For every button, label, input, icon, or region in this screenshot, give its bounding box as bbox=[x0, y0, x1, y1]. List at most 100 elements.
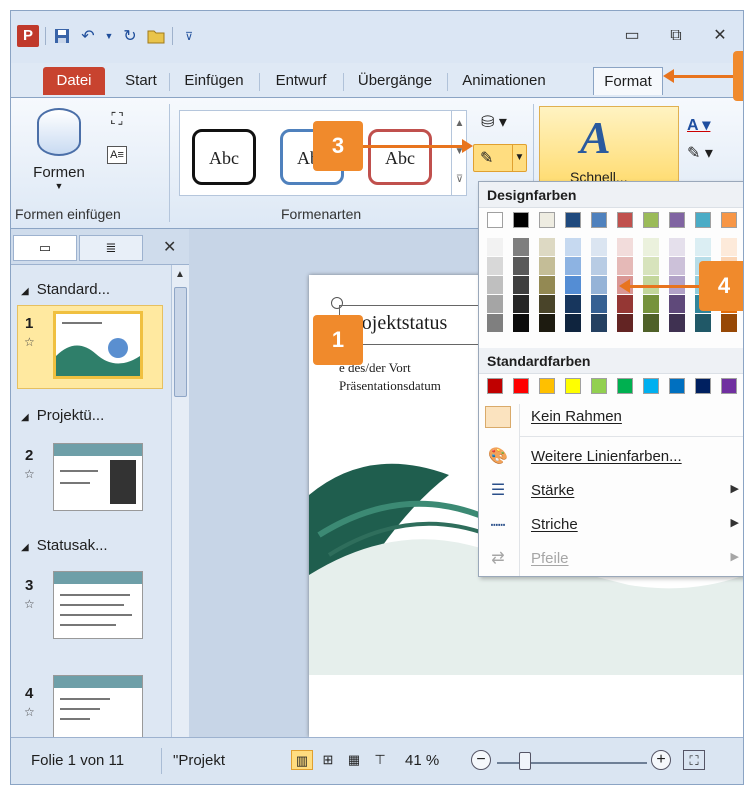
theme-shade-swatch[interactable] bbox=[643, 238, 659, 256]
theme-shade-swatch[interactable] bbox=[669, 314, 685, 332]
theme-name[interactable]: "Projekt bbox=[173, 752, 225, 769]
theme-color-swatch[interactable] bbox=[487, 212, 503, 228]
theme-color-swatch[interactable] bbox=[721, 212, 737, 228]
standard-color-swatch[interactable] bbox=[669, 378, 685, 394]
close-pane-icon[interactable]: ✕ bbox=[163, 237, 176, 257]
theme-color-swatch[interactable] bbox=[695, 212, 711, 228]
theme-shade-swatch[interactable] bbox=[643, 314, 659, 332]
theme-shade-swatch[interactable] bbox=[591, 295, 607, 313]
tab-animationen[interactable]: Animationen bbox=[449, 67, 559, 95]
theme-shade-swatch[interactable] bbox=[513, 238, 529, 256]
theme-shade-swatch[interactable] bbox=[565, 314, 581, 332]
standard-color-swatch[interactable] bbox=[643, 378, 659, 394]
theme-shade-swatch[interactable] bbox=[565, 276, 581, 294]
theme-shade-swatch[interactable] bbox=[591, 314, 607, 332]
standard-color-swatch[interactable] bbox=[539, 378, 555, 394]
powerpoint-logo-icon[interactable]: P bbox=[17, 25, 39, 47]
theme-color-swatch[interactable] bbox=[669, 212, 685, 228]
theme-shade-swatch[interactable] bbox=[513, 276, 529, 294]
gallery-scroll[interactable]: ▲ ▼ ⊽ bbox=[451, 110, 467, 196]
formen-button[interactable]: Formen ▼ bbox=[29, 108, 89, 191]
theme-shade-swatch[interactable] bbox=[695, 238, 711, 256]
undo-icon[interactable]: ↶ bbox=[78, 26, 98, 46]
tab-datei[interactable]: Datei bbox=[43, 67, 105, 95]
normal-view-icon[interactable]: ▥ bbox=[291, 750, 313, 770]
section-header[interactable]: ◢ Standard... bbox=[21, 275, 169, 305]
theme-shade-swatch[interactable] bbox=[591, 238, 607, 256]
theme-shade-swatch[interactable] bbox=[487, 276, 503, 294]
theme-shade-swatch[interactable] bbox=[539, 295, 555, 313]
standard-color-swatch[interactable] bbox=[591, 378, 607, 394]
theme-shade-swatch[interactable] bbox=[539, 257, 555, 275]
reading-view-icon[interactable]: ▦ bbox=[343, 750, 365, 770]
slide-thumbnail-1[interactable] bbox=[53, 311, 143, 379]
theme-shade-swatch[interactable] bbox=[487, 238, 503, 256]
slide-thumbnail-2[interactable] bbox=[53, 443, 143, 511]
save-icon[interactable] bbox=[52, 26, 72, 46]
theme-shade-swatch[interactable] bbox=[565, 257, 581, 275]
open-folder-icon[interactable] bbox=[146, 26, 166, 46]
theme-shade-swatch[interactable] bbox=[539, 276, 555, 294]
scroll-thumb[interactable] bbox=[174, 287, 187, 397]
theme-color-swatch[interactable] bbox=[539, 212, 555, 228]
restore-button[interactable]: ⧉ bbox=[659, 25, 693, 47]
tab-einfuegen[interactable]: Einfügen bbox=[171, 67, 257, 95]
theme-color-swatch[interactable] bbox=[617, 212, 633, 228]
menu-item-kein-rahmen[interactable]: Kein Rahmen bbox=[479, 400, 743, 434]
gallery-more-icon[interactable]: ⊽ bbox=[452, 166, 467, 194]
tab-uebergaenge[interactable]: Übergänge bbox=[345, 67, 445, 95]
slides-tab-icon[interactable]: ▭ bbox=[13, 235, 77, 261]
tab-format[interactable]: Format bbox=[593, 67, 663, 95]
theme-shade-swatch[interactable] bbox=[695, 314, 711, 332]
standard-color-swatch[interactable] bbox=[513, 378, 529, 394]
close-button[interactable]: ✕ bbox=[703, 25, 737, 47]
theme-color-swatch[interactable] bbox=[513, 212, 529, 228]
undo-dropdown-icon[interactable]: ▼ bbox=[104, 26, 114, 46]
theme-shade-swatch[interactable] bbox=[669, 238, 685, 256]
theme-shade-swatch[interactable] bbox=[487, 295, 503, 313]
theme-shade-swatch[interactable] bbox=[643, 257, 659, 275]
zoom-slider-handle[interactable] bbox=[519, 752, 531, 770]
shape-fill-icon[interactable]: ⛁ ▾ bbox=[481, 112, 507, 132]
standard-color-swatch[interactable] bbox=[721, 378, 737, 394]
tab-entwurf[interactable]: Entwurf bbox=[261, 67, 341, 95]
outline-tab-icon[interactable]: ≣ bbox=[79, 235, 143, 261]
redo-icon[interactable]: ↻ bbox=[120, 26, 140, 46]
chevron-down-icon[interactable]: ▼ bbox=[512, 145, 526, 171]
fit-to-window-icon[interactable]: ⛶ bbox=[683, 750, 705, 770]
theme-shade-swatch[interactable] bbox=[669, 257, 685, 275]
theme-shade-swatch[interactable] bbox=[591, 276, 607, 294]
minimize-button[interactable]: ▭ bbox=[615, 25, 649, 47]
theme-shade-swatch[interactable] bbox=[617, 238, 633, 256]
theme-shade-swatch[interactable] bbox=[721, 314, 737, 332]
section-header[interactable]: ◢ Projektü... bbox=[21, 401, 169, 431]
theme-shade-swatch[interactable] bbox=[539, 238, 555, 256]
theme-shade-swatch[interactable] bbox=[721, 238, 737, 256]
section-header[interactable]: ◢ Statusak... bbox=[21, 531, 169, 561]
menu-item-staerke[interactable]: ☰ Stärke ▶ bbox=[479, 474, 743, 508]
customize-qat-icon[interactable]: ⊽ bbox=[179, 26, 199, 46]
theme-shade-swatch[interactable] bbox=[513, 257, 529, 275]
theme-shade-swatch[interactable] bbox=[643, 295, 659, 313]
slide-thumbnail-3[interactable] bbox=[53, 571, 143, 639]
theme-shade-swatch[interactable] bbox=[539, 314, 555, 332]
slideshow-icon[interactable]: ⊤ bbox=[369, 750, 391, 770]
theme-shade-swatch[interactable] bbox=[513, 295, 529, 313]
zoom-in-button[interactable]: + bbox=[651, 750, 671, 770]
gallery-up-icon[interactable]: ▲ bbox=[452, 110, 467, 138]
style-sample-red[interactable]: Abc bbox=[368, 129, 432, 185]
slide-thumbnail-4[interactable] bbox=[53, 675, 143, 743]
menu-item-weitere-linienfarben[interactable]: 🎨 Weitere Linienfarben... bbox=[479, 440, 743, 474]
tab-start[interactable]: Start bbox=[115, 67, 167, 95]
theme-shade-swatch[interactable] bbox=[565, 238, 581, 256]
theme-shade-swatch[interactable] bbox=[513, 314, 529, 332]
standard-color-swatch[interactable] bbox=[617, 378, 633, 394]
theme-shade-swatch[interactable] bbox=[617, 295, 633, 313]
theme-shade-swatch[interactable] bbox=[669, 295, 685, 313]
theme-color-swatch[interactable] bbox=[643, 212, 659, 228]
slide-sorter-icon[interactable]: ⊞ bbox=[317, 750, 339, 770]
theme-shade-swatch[interactable] bbox=[487, 257, 503, 275]
standard-color-swatch[interactable] bbox=[487, 378, 503, 394]
theme-shade-swatch[interactable] bbox=[591, 257, 607, 275]
theme-shade-swatch[interactable] bbox=[487, 314, 503, 332]
